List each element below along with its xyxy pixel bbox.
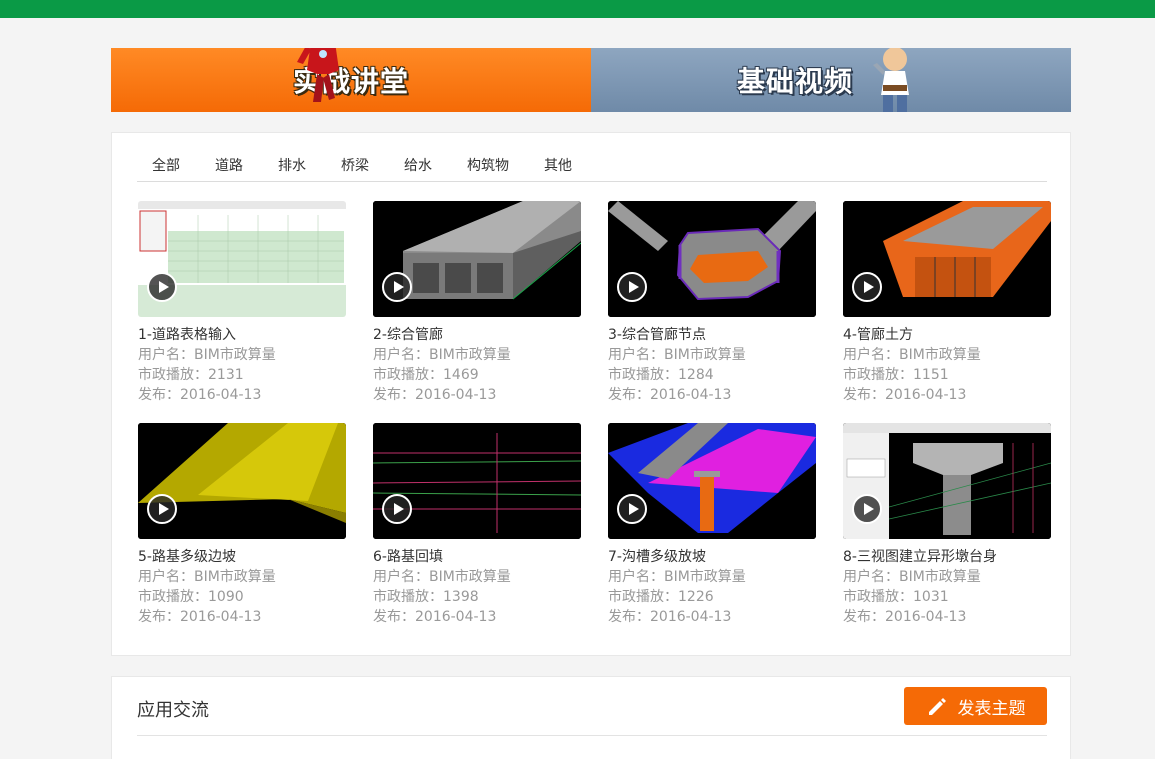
forum-title: 应用交流 <box>137 700 209 721</box>
video-card[interactable]: 6-路基回填 用户名：BIM市政算量 市政播放：1398 发布：2016-04-… <box>373 423 583 627</box>
video-title[interactable]: 1-道路表格输入 <box>138 325 348 345</box>
video-user: 用户名：BIM市政算量 <box>843 347 981 363</box>
divider <box>137 735 1047 736</box>
video-title[interactable]: 4-管廊土方 <box>843 325 1053 345</box>
video-thumbnail[interactable] <box>138 423 346 539</box>
video-user: 用户名：BIM市政算量 <box>608 569 746 585</box>
video-user: 用户名：BIM市政算量 <box>373 569 511 585</box>
video-date: 发布：2016-04-13 <box>843 609 967 625</box>
pencil-icon <box>928 698 946 715</box>
worker-mascot-icon <box>873 48 909 112</box>
video-plays: 市政播放：2131 <box>138 367 244 383</box>
video-date: 发布：2016-04-13 <box>373 387 497 403</box>
video-title[interactable]: 2-综合管廊 <box>373 325 583 345</box>
video-user: 用户名：BIM市政算量 <box>138 347 276 363</box>
play-icon[interactable] <box>382 272 412 302</box>
tab-other[interactable]: 其他 <box>529 155 574 181</box>
play-icon[interactable] <box>147 272 177 302</box>
video-title[interactable]: 5-路基多级边坡 <box>138 547 348 567</box>
video-title[interactable]: 6-路基回填 <box>373 547 583 567</box>
video-card[interactable]: 2-综合管廊 用户名：BIM市政算量 市政播放：1469 发布：2016-04-… <box>373 201 583 405</box>
video-thumbnail[interactable] <box>608 201 816 317</box>
video-card[interactable]: 3-综合管廊节点 用户名：BIM市政算量 市政播放：1284 发布：2016-0… <box>608 201 818 405</box>
video-plays: 市政播放：1284 <box>608 367 714 383</box>
video-date: 发布：2016-04-13 <box>373 609 497 625</box>
video-date: 发布：2016-04-13 <box>608 387 732 403</box>
video-thumbnail[interactable] <box>138 201 346 317</box>
video-panel: 全部 道路 排水 桥梁 给水 构筑物 其他 1-道路表格输入 用户名：BIM市政… <box>111 132 1071 656</box>
video-plays: 市政播放：1469 <box>373 367 479 383</box>
video-user: 用户名：BIM市政算量 <box>608 347 746 363</box>
video-thumbnail[interactable] <box>843 423 1051 539</box>
video-card[interactable]: 1-道路表格输入 用户名：BIM市政算量 市政播放：2131 发布：2016-0… <box>138 201 348 405</box>
post-topic-button[interactable]: 发表主题 <box>904 687 1047 725</box>
category-tabs: 全部 道路 排水 桥梁 给水 构筑物 其他 <box>137 155 1047 182</box>
ironman-mascot-icon <box>297 48 339 102</box>
video-plays: 市政播放：1090 <box>138 589 244 605</box>
play-icon[interactable] <box>617 272 647 302</box>
video-plays: 市政播放：1226 <box>608 589 714 605</box>
video-card[interactable]: 4-管廊土方 用户名：BIM市政算量 市政播放：1151 发布：2016-04-… <box>843 201 1053 405</box>
video-title[interactable]: 3-综合管廊节点 <box>608 325 818 345</box>
video-thumbnail[interactable] <box>843 201 1051 317</box>
video-date: 发布：2016-04-13 <box>138 609 262 625</box>
video-date: 发布：2016-04-13 <box>138 387 262 403</box>
tab-structure[interactable]: 构筑物 <box>452 155 511 181</box>
video-plays: 市政播放：1151 <box>843 367 949 383</box>
video-date: 发布：2016-04-13 <box>843 387 967 403</box>
video-thumbnail[interactable] <box>373 201 581 317</box>
forum-panel: 应用交流 发表主题 <box>111 676 1071 759</box>
tab-bridge[interactable]: 桥梁 <box>326 155 371 181</box>
play-icon[interactable] <box>617 494 647 524</box>
play-icon[interactable] <box>147 494 177 524</box>
video-title[interactable]: 7-沟槽多级放坡 <box>608 547 818 567</box>
play-icon[interactable] <box>852 494 882 524</box>
top-green-bar <box>0 0 1155 18</box>
tab-all[interactable]: 全部 <box>137 155 182 181</box>
video-card[interactable]: 7-沟槽多级放坡 用户名：BIM市政算量 市政播放：1226 发布：2016-0… <box>608 423 818 627</box>
play-icon[interactable] <box>852 272 882 302</box>
video-title[interactable]: 8-三视图建立异形墩台身 <box>843 547 1053 567</box>
tab-water-supply[interactable]: 给水 <box>389 155 434 181</box>
video-plays: 市政播放：1398 <box>373 589 479 605</box>
video-thumbnail[interactable] <box>373 423 581 539</box>
video-user: 用户名：BIM市政算量 <box>373 347 511 363</box>
video-thumbnail[interactable] <box>608 423 816 539</box>
basic-video-label: 基础视频 <box>736 65 853 98</box>
video-card[interactable]: 5-路基多级边坡 用户名：BIM市政算量 市政播放：1090 发布：2016-0… <box>138 423 348 627</box>
video-plays: 市政播放：1031 <box>843 589 949 605</box>
play-icon[interactable] <box>382 494 412 524</box>
tab-road[interactable]: 道路 <box>200 155 245 181</box>
basic-video-tab[interactable]: 基础视频 <box>591 48 1071 112</box>
tab-drainage[interactable]: 排水 <box>263 155 308 181</box>
practice-lecture-tab[interactable]: 实战讲堂 <box>111 48 591 112</box>
video-card[interactable]: 8-三视图建立异形墩台身 用户名：BIM市政算量 市政播放：1031 发布：20… <box>843 423 1053 627</box>
post-topic-label: 发表主题 <box>957 698 1026 719</box>
video-user: 用户名：BIM市政算量 <box>843 569 981 585</box>
video-date: 发布：2016-04-13 <box>608 609 732 625</box>
banner: 实战讲堂 基础视频 <box>111 48 1071 112</box>
video-user: 用户名：BIM市政算量 <box>138 569 276 585</box>
